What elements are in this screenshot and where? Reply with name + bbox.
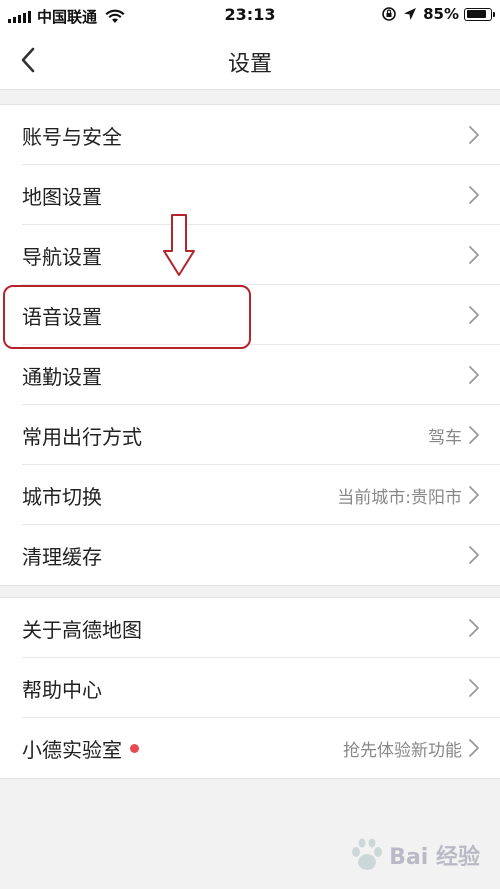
settings-row-0-3[interactable]: 语音设置 <box>0 285 500 345</box>
settings-group-about: 关于高德地图 帮助中心小德实验室 抢先体验新功能 <box>0 597 500 779</box>
row-right: 驾车 <box>428 405 480 465</box>
chevron-right-icon <box>469 546 479 564</box>
row-value: 当前城市:贵阳市 <box>337 487 462 508</box>
chevron-right-icon <box>469 306 479 324</box>
row-right <box>468 598 480 658</box>
watermark-text: Bai 经验 <box>389 845 480 870</box>
row-label: 语音设置 <box>22 304 102 329</box>
chevron-right-icon <box>469 126 479 144</box>
chevron-right-icon <box>469 246 479 264</box>
row-label: 帮助中心 <box>22 677 102 702</box>
settings-row-0-6[interactable]: 城市切换 当前城市:贵阳市 <box>0 465 500 525</box>
chevron-right-icon <box>469 619 479 637</box>
chevron-right-icon <box>469 486 479 504</box>
settings-row-1-2[interactable]: 小德实验室 抢先体验新功能 <box>0 718 500 778</box>
battery-icon <box>464 7 495 21</box>
row-label: 通勤设置 <box>22 364 102 389</box>
down-arrow-icon <box>163 214 195 276</box>
page-title: 设置 <box>227 52 272 77</box>
settings-row-0-0[interactable]: 账号与安全 <box>0 105 500 165</box>
chevron-right-icon <box>469 366 479 384</box>
settings-row-0-2[interactable]: 导航设置 <box>0 225 500 285</box>
location-arrow-icon <box>404 8 417 20</box>
row-right <box>468 658 480 718</box>
row-label: 小德实验室 <box>22 737 122 762</box>
battery-level-fill <box>466 10 487 18</box>
status-right: 85% <box>381 5 495 23</box>
row-right <box>468 225 480 285</box>
paw-logo-icon <box>352 838 383 870</box>
row-right <box>468 165 480 225</box>
battery-percent: 85% <box>423 5 459 23</box>
settings-row-0-7[interactable]: 清理缓存 <box>0 525 500 585</box>
row-label: 清理缓存 <box>22 544 102 569</box>
row-right <box>468 285 480 345</box>
row-label: 导航设置 <box>22 244 102 269</box>
chevron-right-icon <box>469 739 479 757</box>
chevron-right-icon <box>469 679 479 697</box>
row-label: 城市切换 <box>22 484 102 509</box>
settings-row-0-1[interactable]: 地图设置 <box>0 165 500 225</box>
row-label: 关于高德地图 <box>22 617 142 642</box>
row-right <box>468 525 480 585</box>
orientation-lock-icon <box>382 7 396 21</box>
row-right: 当前城市:贵阳市 <box>337 465 480 525</box>
settings-group-main: 账号与安全地图设置导航设置语音设置通勤设置常用出行方式 驾车城市切换 当前城市:贵阳… <box>0 104 500 586</box>
chevron-right-icon <box>469 426 479 444</box>
settings-row-0-4[interactable]: 通勤设置 <box>0 345 500 405</box>
row-label: 账号与安全 <box>22 124 122 149</box>
row-value: 抢先体验新功能 <box>343 740 462 761</box>
new-badge-dot <box>130 743 139 753</box>
nav-bar: 设置 <box>0 30 500 90</box>
settings-row-1-1[interactable]: 帮助中心 <box>0 658 500 718</box>
row-label: 地图设置 <box>22 184 102 209</box>
status-bar: 中国联通 23:13 85% <box>0 0 500 30</box>
row-label: 常用出行方式 <box>22 424 142 449</box>
chevron-right-icon <box>469 186 479 204</box>
row-value: 驾车 <box>428 427 462 448</box>
settings-row-1-0[interactable]: 关于高德地图 <box>0 598 500 658</box>
settings-row-0-5[interactable]: 常用出行方式 驾车 <box>0 405 500 465</box>
row-right: 抢先体验新功能 <box>343 718 480 778</box>
watermark: Bai 经验 <box>347 837 480 873</box>
row-right <box>468 105 480 165</box>
row-right <box>468 345 480 405</box>
battery-cap <box>492 11 495 17</box>
